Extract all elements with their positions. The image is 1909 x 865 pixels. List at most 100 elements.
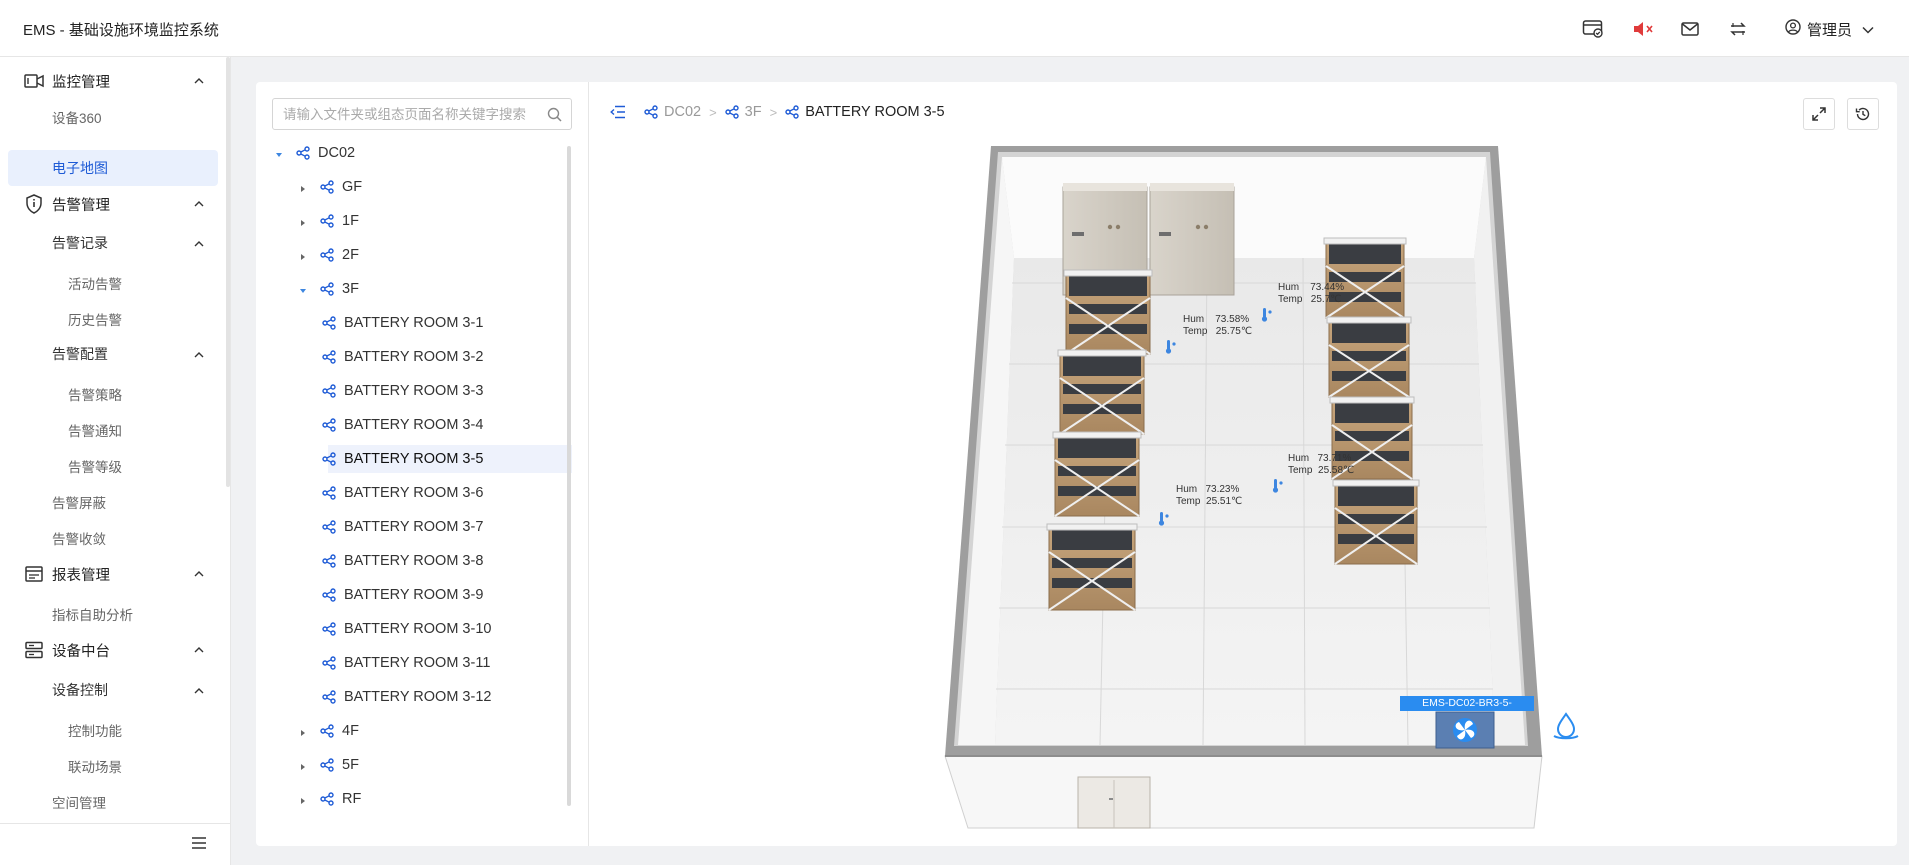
nav-alarm-converge[interactable]: 告警收敛 [0, 520, 231, 556]
nav-self-analysis[interactable]: 指标自助分析 [0, 596, 231, 632]
mail-icon[interactable] [1678, 17, 1702, 41]
tree-room-item[interactable]: BATTERY ROOM 3-2 [272, 343, 572, 371]
search-icon[interactable] [547, 107, 562, 125]
tree-node-label: BATTERY ROOM 3-3 [344, 383, 484, 399]
tree-room-item[interactable]: BATTERY ROOM 3-4 [272, 411, 572, 439]
nav-alarm-records[interactable]: 告警记录 [0, 225, 231, 261]
nav-alarm-level[interactable]: 告警等级 [0, 448, 231, 484]
nav-control-function[interactable]: 控制功能 [0, 712, 231, 748]
tree-scrollbar[interactable] [567, 146, 571, 806]
tree-room-item[interactable]: BATTERY ROOM 3-10 [272, 615, 572, 643]
temp-value: 25.75℃ [1215, 326, 1253, 337]
nav-monitor-management[interactable]: 监控管理 [0, 63, 231, 99]
tree-node-label: BATTERY ROOM 3-4 [344, 417, 484, 433]
speaker-mute-icon[interactable] [1630, 17, 1658, 41]
tree-room-item[interactable]: BATTERY ROOM 3-5 [322, 445, 572, 473]
device-tag[interactable]: EMS-DC02-BR3-5- [1400, 696, 1534, 711]
swap-icon[interactable] [1726, 17, 1750, 41]
hum-label: Hum [1288, 453, 1310, 464]
tree-room-item[interactable]: BATTERY ROOM 3-11 [272, 649, 572, 677]
tree-node-label: 5F [342, 757, 359, 773]
tree-folder-item[interactable]: RF [272, 785, 572, 813]
caret-right-icon[interactable] [298, 794, 308, 804]
chevron-up-icon [193, 348, 205, 360]
share-node-icon [320, 282, 334, 296]
nav-device-360[interactable]: 设备360 [0, 99, 231, 135]
sensor-readout[interactable]: Hum 73.71% Temp 25.58℃ [1288, 453, 1354, 477]
hum-value: 73.23% [1205, 484, 1240, 495]
hum-value: 73.71% [1317, 453, 1352, 464]
tree-folder-item[interactable]: 3F [272, 275, 572, 303]
menu-collapse-icon[interactable] [191, 836, 207, 853]
nav-alarm-management[interactable]: 告警管理 [0, 186, 231, 222]
tree-folder-item[interactable]: 2F [272, 241, 572, 269]
room-floorplan[interactable] [590, 82, 1897, 846]
tree-pane: DC02 GF 1F 2F 3F BATTERY ROOM 3-1 BATTERY ROOM… [256, 82, 589, 846]
nav-space-management[interactable]: 空间管理 [0, 784, 231, 820]
nav-alarm-notify[interactable]: 告警通知 [0, 412, 231, 448]
tree-search [272, 98, 572, 130]
hum-value: 73.44% [1310, 282, 1345, 293]
nav-label: 电子地图 [52, 160, 108, 176]
fan-icon[interactable] [1435, 711, 1495, 749]
caret-down-icon[interactable] [274, 148, 284, 158]
search-input[interactable] [283, 106, 545, 122]
tree-room-item[interactable]: BATTERY ROOM 3-1 [272, 309, 572, 337]
share-node-icon [322, 350, 336, 364]
tree-room-item[interactable]: BATTERY ROOM 3-7 [272, 513, 572, 541]
sensor-readout[interactable]: Hum 73.58% Temp 25.75℃ [1183, 314, 1252, 338]
sidebar-scrollbar[interactable] [226, 57, 230, 487]
nav-label: 控制功能 [68, 724, 122, 739]
nav-linkage-scene[interactable]: 联动场景 [0, 748, 231, 784]
tree-room-item[interactable]: BATTERY ROOM 3-3 [272, 377, 572, 405]
tree-node-label: 4F [342, 723, 359, 739]
nav-device-control[interactable]: 设备控制 [0, 672, 231, 708]
sidebar: 监控管理 设备360 电子地图 告警管理 告警记录 活动告警 历史告警 告警配置… [0, 57, 231, 865]
sensor-readout[interactable]: Hum 73.23% Temp 25.51℃ [1176, 484, 1242, 508]
nav-label: 指标自助分析 [52, 608, 133, 623]
tree-room-item[interactable]: BATTERY ROOM 3-6 [272, 479, 572, 507]
room-door [1077, 776, 1151, 829]
water-leak-icon[interactable] [1553, 712, 1579, 740]
video-camera-icon [24, 71, 44, 91]
report-icon [24, 564, 44, 584]
user-menu[interactable]: 管理员 [1785, 17, 1874, 41]
caret-right-icon[interactable] [298, 760, 308, 770]
nav-label: 设备控制 [52, 682, 108, 698]
temp-label: Temp [1176, 496, 1201, 507]
share-node-icon [320, 724, 334, 738]
nav-report-management[interactable]: 报表管理 [0, 556, 231, 592]
nav-label: 告警等级 [68, 460, 122, 475]
nav-alarm-config[interactable]: 告警配置 [0, 336, 231, 372]
nav-device-center[interactable]: 设备中台 [0, 632, 231, 668]
temp-value: 25.58℃ [1318, 465, 1355, 476]
nav-active-alarms[interactable]: 活动告警 [0, 265, 231, 301]
sensor-readout[interactable]: Hum 73.44% Temp 25.7℃ [1278, 282, 1344, 306]
tree-room-item[interactable]: BATTERY ROOM 3-9 [272, 581, 572, 609]
share-node-icon [322, 588, 336, 602]
share-node-icon [322, 486, 336, 500]
chevron-up-icon [193, 75, 205, 87]
tree-folder-item[interactable]: 5F [272, 751, 572, 779]
tree-room-item[interactable]: BATTERY ROOM 3-8 [272, 547, 572, 575]
share-node-icon [322, 384, 336, 398]
caret-right-icon[interactable] [298, 726, 308, 736]
tree-folder-item[interactable]: DC02 [272, 139, 572, 167]
nav-alarm-mask[interactable]: 告警屏蔽 [0, 484, 231, 520]
nav-alarm-policy[interactable]: 告警策略 [0, 376, 231, 412]
tree-folder-item[interactable]: 4F [272, 717, 572, 745]
caret-right-icon[interactable] [298, 182, 308, 192]
nav-electronic-map[interactable]: 电子地图 [8, 150, 218, 186]
caret-down-icon[interactable] [298, 284, 308, 294]
chevron-up-icon [193, 684, 205, 696]
sidebar-footer [0, 823, 231, 865]
tree-folder-item[interactable]: GF [272, 173, 572, 201]
caret-right-icon[interactable] [298, 216, 308, 226]
monitor-check-icon[interactable] [1581, 17, 1605, 41]
tree-room-item[interactable]: BATTERY ROOM 3-12 [272, 683, 572, 711]
nav-history-alarms[interactable]: 历史告警 [0, 301, 231, 337]
caret-right-icon[interactable] [298, 250, 308, 260]
tree-folder-item[interactable]: 1F [272, 207, 572, 235]
tree-node-label: BATTERY ROOM 3-11 [344, 655, 491, 671]
user-name: 管理员 [1807, 21, 1853, 39]
